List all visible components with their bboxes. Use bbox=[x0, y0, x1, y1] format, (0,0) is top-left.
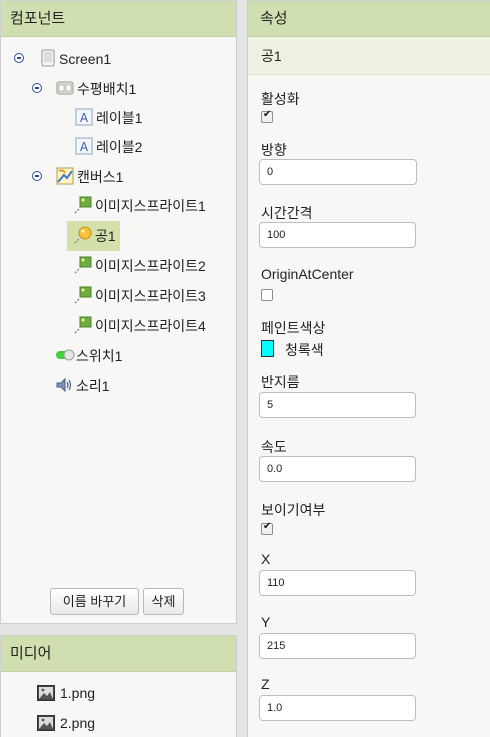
properties-header: 속성 bbox=[248, 1, 490, 37]
screen-icon bbox=[41, 49, 55, 67]
ball-icon bbox=[74, 226, 92, 244]
label-icon: A bbox=[75, 108, 93, 126]
tree-label: 이미지스프라이트3 bbox=[95, 288, 206, 304]
origin-at-center-checkbox[interactable] bbox=[261, 289, 273, 301]
image-file-icon bbox=[37, 715, 55, 731]
tree-node-arrangement[interactable]: 수평배치1 bbox=[1, 76, 238, 102]
image-sprite-icon bbox=[74, 196, 92, 214]
collapse-icon[interactable] bbox=[32, 83, 42, 93]
media-header: 미디어 bbox=[1, 636, 236, 672]
tree-node-switch[interactable]: 스위치1 bbox=[1, 343, 238, 369]
radius-label: 반지름 bbox=[261, 374, 300, 390]
tree-label: 소리1 bbox=[76, 378, 110, 394]
radius-input[interactable]: 5 bbox=[259, 392, 416, 418]
tree-label: 레이블2 bbox=[96, 139, 143, 155]
selected-component-name: 공1 bbox=[248, 37, 490, 75]
collapse-icon[interactable] bbox=[14, 53, 24, 63]
tree-node-screen[interactable]: Screen1 bbox=[1, 46, 238, 72]
tree-node-ball[interactable]: 공1 bbox=[1, 221, 238, 251]
tree-label: 스위치1 bbox=[76, 348, 123, 364]
tree-label: 이미지스프라이트1 bbox=[95, 198, 206, 214]
tree-label: Screen1 bbox=[59, 51, 112, 67]
heading-label: 방향 bbox=[261, 142, 287, 158]
components-header: 컴포넌트 bbox=[1, 1, 236, 37]
media-filename: 1.png bbox=[60, 685, 96, 701]
tree-label: 이미지스프라이트4 bbox=[95, 318, 206, 334]
horizontal-arrangement-icon bbox=[56, 81, 74, 95]
components-panel: 컴포넌트 Screen1 수평배치1 A 레이블1 A 레이블2 캔버스1 이미… bbox=[0, 0, 237, 624]
visible-checkbox[interactable] bbox=[261, 521, 273, 535]
tree-node-label2[interactable]: A 레이블2 bbox=[1, 134, 238, 160]
origin-at-center-label: OriginAtCenter bbox=[261, 266, 354, 282]
speaker-icon bbox=[56, 377, 72, 393]
x-label: X bbox=[261, 551, 271, 567]
tree-node-sprite2[interactable]: 이미지스프라이트2 bbox=[1, 253, 238, 279]
enabled-label: 활성화 bbox=[261, 91, 300, 107]
delete-button[interactable]: 삭제 bbox=[143, 588, 184, 615]
media-panel: 미디어 1.png 2.png bbox=[0, 635, 237, 737]
tree-label: 캔버스1 bbox=[77, 169, 124, 185]
heading-input[interactable]: 0 bbox=[259, 159, 417, 185]
tree-node-sprite3[interactable]: 이미지스프라이트3 bbox=[1, 283, 238, 309]
image-file-icon bbox=[37, 685, 55, 701]
tree-node-sprite4[interactable]: 이미지스프라이트4 bbox=[1, 313, 238, 339]
tree-node-sprite1[interactable]: 이미지스프라이트1 bbox=[1, 193, 238, 219]
visible-label: 보이기여부 bbox=[261, 502, 326, 518]
speed-label: 속도 bbox=[261, 439, 287, 455]
color-swatch[interactable] bbox=[261, 340, 274, 357]
paint-color-label: 페인트색상 bbox=[261, 320, 326, 336]
tree-label: 이미지스프라이트2 bbox=[95, 258, 206, 274]
x-input[interactable]: 110 bbox=[259, 570, 416, 596]
speed-input[interactable]: 0.0 bbox=[259, 456, 416, 482]
tree-label: 공1 bbox=[95, 228, 116, 244]
z-input[interactable]: 1.0 bbox=[259, 695, 416, 721]
interval-input[interactable]: 100 bbox=[259, 222, 416, 248]
y-label: Y bbox=[261, 614, 271, 630]
label-icon: A bbox=[75, 137, 93, 155]
interval-label: 시간간격 bbox=[261, 205, 313, 221]
image-sprite-icon bbox=[74, 316, 92, 334]
tree-node-canvas[interactable]: 캔버스1 bbox=[1, 164, 238, 190]
properties-panel: 속성 공1 활성화 방향 0 시간간격 100 OriginAtCenter 페… bbox=[247, 0, 490, 737]
svg-text:A: A bbox=[80, 111, 89, 125]
tree-node-label1[interactable]: A 레이블1 bbox=[1, 105, 238, 131]
z-label: Z bbox=[261, 676, 270, 692]
tree-label: 레이블1 bbox=[96, 110, 143, 126]
tree-label: 수평배치1 bbox=[77, 81, 137, 97]
paint-color-value[interactable]: 청록색 bbox=[285, 340, 324, 360]
image-sprite-icon bbox=[74, 256, 92, 274]
svg-text:A: A bbox=[80, 140, 89, 154]
image-sprite-icon bbox=[74, 286, 92, 304]
collapse-icon[interactable] bbox=[32, 171, 42, 181]
switch-icon bbox=[56, 349, 75, 361]
enabled-checkbox[interactable] bbox=[261, 109, 273, 123]
canvas-icon bbox=[56, 167, 74, 185]
y-input[interactable]: 215 bbox=[259, 633, 416, 659]
rename-button[interactable]: 이름 바꾸기 bbox=[50, 588, 139, 615]
tree-node-sound[interactable]: 소리1 bbox=[1, 373, 238, 399]
media-filename: 2.png bbox=[60, 715, 96, 731]
